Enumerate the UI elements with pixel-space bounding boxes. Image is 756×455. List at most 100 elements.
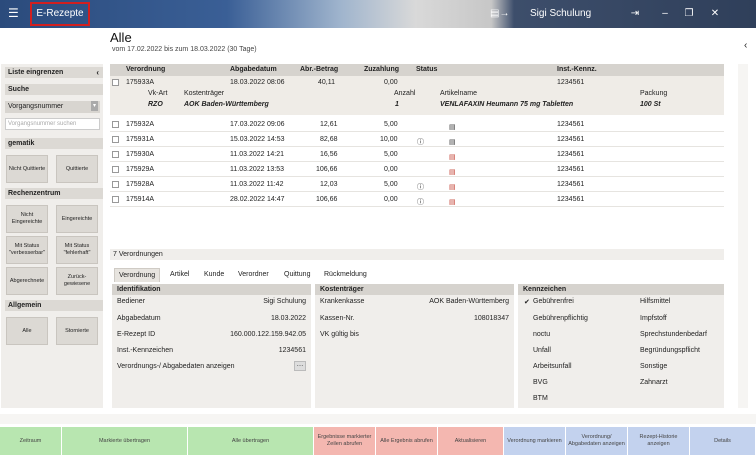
filter-eingereichte-button[interactable]: Eingereichte bbox=[56, 205, 98, 233]
cell-betrag: 16,56 bbox=[320, 151, 338, 158]
col-betrag[interactable]: Abr.-Betrag bbox=[300, 64, 338, 76]
info-icon[interactable]: ⓘ bbox=[417, 195, 424, 206]
cell-datum: 18.03.2022 08:06 bbox=[230, 79, 285, 86]
alle-uebertragen-button[interactable]: Alle übertragen bbox=[188, 427, 314, 455]
logout-icon[interactable]: ⇥ bbox=[628, 7, 642, 21]
cell-inst: 1234561 bbox=[557, 181, 585, 188]
flag-item: Zahnarzt bbox=[640, 379, 668, 386]
cell-zuzahlung: 5,00 bbox=[384, 151, 398, 158]
sub-header-anzahl: Anzahl bbox=[394, 90, 416, 97]
rezept-historie-button[interactable]: Rezept-Historie anzeigen bbox=[628, 427, 690, 455]
minimize-icon[interactable]: – bbox=[658, 7, 672, 21]
vertical-scrollbar[interactable] bbox=[738, 64, 748, 408]
label-erezept-id: E-Rezept ID bbox=[117, 331, 156, 338]
row-checkbox[interactable] bbox=[112, 181, 119, 188]
filter-abgerechnete-button[interactable]: Abgerechnete bbox=[6, 267, 48, 295]
table-row-expanded[interactable]: 175933A 18.03.2022 08:06 40,11 0,00 1234… bbox=[110, 76, 724, 89]
row-count: 7 Verordnungen bbox=[110, 249, 724, 260]
search-select[interactable]: Vorgangsnummer ▾ bbox=[5, 101, 100, 113]
rechenzentrum-header: Rechenzentrum bbox=[5, 188, 103, 199]
cell-zuzahlung: 5,00 bbox=[384, 121, 398, 128]
prescription-table: Verordnung Abgabedatum Abr.-Betrag Zuzah… bbox=[110, 64, 724, 89]
tab-artikel[interactable]: Artikel bbox=[166, 268, 193, 282]
search-input[interactable]: Vorgangsnummer suchen bbox=[5, 118, 100, 130]
document-error-icon[interactable]: ▤ bbox=[449, 150, 456, 161]
flag-item: Impfstoff bbox=[640, 315, 667, 322]
sub-header-kostentraeger: Kostenträger bbox=[184, 90, 225, 97]
filter-fehlerhaft-button[interactable]: Mit Status "fehlerhaft" bbox=[56, 236, 98, 264]
filter-zurueckgewiesene-button[interactable]: Zurück-gewiesene bbox=[56, 267, 98, 295]
aktualisieren-button[interactable]: Aktualisieren bbox=[438, 427, 504, 455]
table-row[interactable]: 175929A 11.03.2022 13:53 106,66 0,00 ▤ 1… bbox=[110, 162, 724, 177]
col-verordnung[interactable]: Verordnung bbox=[126, 64, 165, 76]
collapse-icon[interactable]: ‹ bbox=[96, 67, 99, 78]
filter-nicht-eingereichte-button[interactable]: Nicht Eingereichte bbox=[6, 205, 48, 233]
details-button[interactable]: Details bbox=[690, 427, 756, 455]
chevron-left-icon[interactable]: ‹ bbox=[744, 40, 747, 51]
col-zuzahlung[interactable]: Zuzahlung bbox=[364, 64, 399, 76]
table-row[interactable]: 175930A 11.03.2022 14:21 16,56 5,00 ▤ 12… bbox=[110, 147, 724, 162]
info-icon[interactable]: ⓘ bbox=[417, 135, 424, 146]
filter-stornierte-button[interactable]: Stornierte bbox=[56, 317, 98, 345]
cell-datum: 15.03.2022 14:53 bbox=[230, 136, 285, 143]
markierte-uebertragen-button[interactable]: Markierte übertragen bbox=[62, 427, 188, 455]
label-abgabedatum: Abgabedatum bbox=[117, 315, 161, 322]
flag-item: Begründungspflicht bbox=[640, 347, 700, 354]
value-krankenkasse: AOK Baden-Württemberg bbox=[429, 298, 509, 305]
col-inst[interactable]: Inst.-Kennz. bbox=[557, 64, 597, 76]
sub-header-packung: Packung bbox=[640, 90, 668, 97]
user-switch-icon[interactable]: ▤→ bbox=[490, 8, 512, 20]
info-icon[interactable]: ⓘ bbox=[417, 180, 424, 191]
cell-datum: 11.03.2022 13:53 bbox=[230, 166, 284, 173]
row-checkbox[interactable] bbox=[112, 166, 119, 173]
value-erezept-id: 160.000.122.159.942.05 bbox=[230, 331, 306, 338]
table-row[interactable]: 175914A 28.02.2022 14:47 106,66 0,00 ⓘ ▤… bbox=[110, 192, 724, 207]
table-row[interactable]: 175928A 11.03.2022 11:42 12,03 5,00 ⓘ ▤ … bbox=[110, 177, 724, 192]
ergebnisse-markierte-button[interactable]: Ergebnisse markierter Zeilen abrufen bbox=[314, 427, 376, 455]
filter-quittierte-button[interactable]: Quittierte bbox=[56, 155, 98, 183]
hamburger-menu-icon[interactable]: ☰ bbox=[8, 7, 20, 19]
filter-verbesserbar-button[interactable]: Mit Status "verbesserbar" bbox=[6, 236, 48, 264]
alle-ergebnis-button[interactable]: Alle Ergebnis abrufen bbox=[376, 427, 438, 455]
more-button[interactable]: … bbox=[294, 361, 306, 371]
tab-verordner[interactable]: Verordner bbox=[234, 268, 273, 282]
cell-packung: 100 St bbox=[640, 101, 661, 108]
document-icon[interactable]: ▤ bbox=[449, 135, 456, 146]
zeitraum-button[interactable]: Zeitraum bbox=[0, 427, 62, 455]
filter-alle-button[interactable]: Alle bbox=[6, 317, 48, 345]
row-checkbox[interactable] bbox=[112, 136, 119, 143]
restore-icon[interactable]: ❐ bbox=[682, 7, 696, 21]
document-error-icon[interactable]: ▤ bbox=[449, 180, 456, 191]
close-icon[interactable]: ✕ bbox=[708, 7, 722, 21]
col-abgabedatum[interactable]: Abgabedatum bbox=[230, 64, 277, 76]
cell-zuzahlung: 0,00 bbox=[384, 166, 398, 173]
label-kassen-nr: Kassen-Nr. bbox=[320, 315, 355, 322]
col-status[interactable]: Status bbox=[416, 64, 437, 76]
row-checkbox[interactable] bbox=[112, 151, 119, 158]
document-icon[interactable]: ▤ bbox=[449, 120, 456, 131]
table-row[interactable]: 175932A 17.03.2022 09:06 12,61 5,00 ▤ 12… bbox=[110, 117, 724, 132]
cell-betrag: 12,61 bbox=[320, 121, 338, 128]
cell-verordnung: 175933A bbox=[126, 79, 155, 86]
sidebar-header: Liste eingrenzen ‹ bbox=[5, 67, 103, 78]
table-row[interactable]: 175931A 15.03.2022 14:53 82,68 10,00 ⓘ ▤… bbox=[110, 132, 724, 147]
row-checkbox[interactable] bbox=[112, 79, 119, 86]
verordnung-markieren-button[interactable]: Verordnung markieren bbox=[504, 427, 566, 455]
filter-nicht-quittierte-button[interactable]: Nicht Quittierte bbox=[6, 155, 48, 183]
horizontal-scrollbar[interactable] bbox=[0, 414, 756, 424]
cell-datum: 11.03.2022 11:42 bbox=[230, 181, 284, 188]
tab-quittung[interactable]: Quittung bbox=[280, 268, 314, 282]
tab-rueckmeldung[interactable]: Rückmeldung bbox=[320, 268, 371, 282]
document-error-icon[interactable]: ▤ bbox=[449, 195, 456, 206]
row-checkbox[interactable] bbox=[112, 121, 119, 128]
tab-verordnung[interactable]: Verordnung bbox=[114, 268, 161, 282]
row-checkbox[interactable] bbox=[112, 196, 119, 203]
cell-vkart: RZO bbox=[148, 101, 163, 108]
document-error-icon[interactable]: ▤ bbox=[449, 165, 456, 176]
verordnung-anzeigen-button[interactable]: Verordnung/ Abgabedaten anzeigen bbox=[566, 427, 628, 455]
title-bar: ☰ E-Rezepte ▤→ Sigi Schulung ⇥ – ❐ ✕ bbox=[0, 0, 756, 28]
flag-item: Unfall bbox=[533, 347, 551, 354]
sidebar: Liste eingrenzen ‹ Suche Vorgangsnummer ▾ … bbox=[1, 64, 103, 408]
tab-kunde[interactable]: Kunde bbox=[200, 268, 228, 282]
label-bediener: Bediener bbox=[117, 298, 146, 305]
